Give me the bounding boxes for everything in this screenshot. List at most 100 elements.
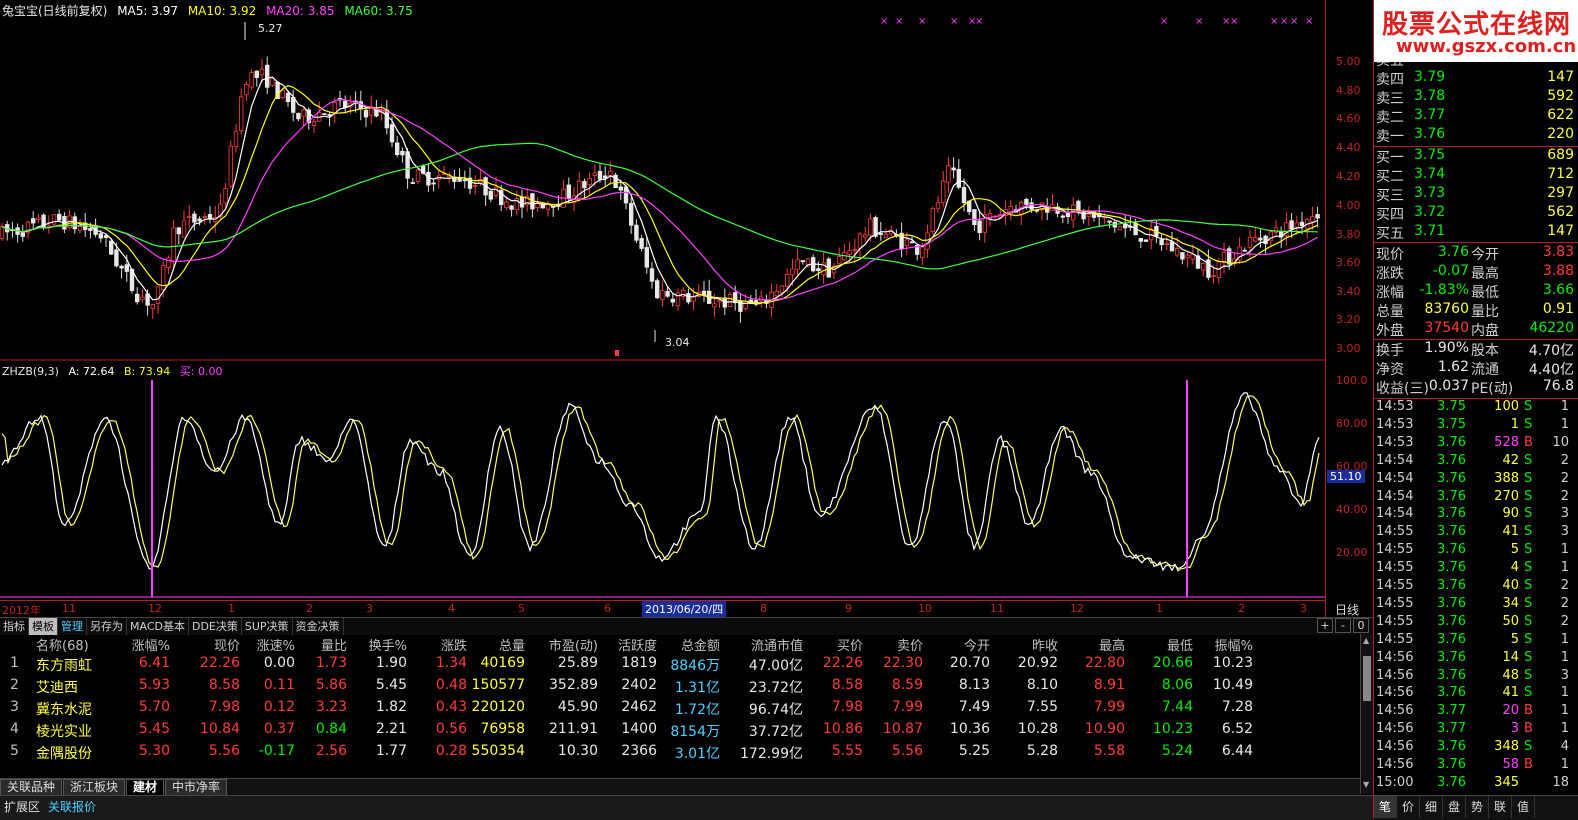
tick-price: 3.76 <box>1437 667 1466 683</box>
fund-label: 换手 <box>1376 343 1404 359</box>
tick-time: 14:56 <box>1376 685 1414 701</box>
side-tab[interactable]: 价 <box>1397 796 1420 818</box>
side-tab[interactable]: 细 <box>1420 796 1443 818</box>
ma60-label: MA60: 3.75 <box>344 4 413 18</box>
bid-volume: 297 <box>1547 185 1574 201</box>
column-header[interactable]: 流通市值 <box>725 635 803 654</box>
tab-pb[interactable]: 中市净率 <box>165 779 228 795</box>
table-scrollbar[interactable]: ▲ ▼ <box>1360 634 1374 794</box>
candle-body <box>410 182 415 184</box>
price-tick: 3.80 <box>1336 228 1361 241</box>
candle-body <box>207 214 213 220</box>
tab-building[interactable]: 建材 <box>126 779 165 795</box>
chart-area[interactable]: × × × × × × × × × × × × × × 兔宝宝(日线前复权) MA5: 3.97 MA10… <box>0 0 1325 617</box>
column-header[interactable]: 振幅% <box>1200 635 1253 654</box>
tab-manage[interactable]: 管理 <box>58 618 87 635</box>
tab-macd[interactable]: MACD基本 <box>127 618 189 635</box>
table-row[interactable]: 1 东方雨虹 6.41 22.26 0.00 1.73 1.90 1.34 40169 25.89… <box>0 655 1360 677</box>
scroll-thumb[interactable] <box>1363 656 1371 701</box>
tick-side: S <box>1524 542 1533 558</box>
side-tab[interactable]: 联 <box>1489 796 1512 818</box>
scroll-up-icon[interactable]: ▲ <box>1363 636 1369 645</box>
candle-body <box>20 232 25 237</box>
tab-save-as[interactable]: 另存为 <box>87 618 127 635</box>
scroll-down-icon[interactable]: ▼ <box>1363 780 1369 789</box>
column-header[interactable]: 市盈(动) <box>525 635 598 654</box>
table-cell: 40169 <box>480 655 525 671</box>
candle-body <box>431 182 436 185</box>
column-header[interactable]: 涨速% <box>245 635 295 654</box>
column-header[interactable]: 量比 <box>300 635 347 654</box>
tick-time: 14:55 <box>1376 524 1414 540</box>
column-header[interactable]: 总量 <box>470 635 525 654</box>
tick-row: 14:56 3.76 58 B 1 <box>1374 757 1578 775</box>
ask-level: 卖一 3.76 220 <box>1374 126 1578 145</box>
ma20-line <box>1 98 1318 301</box>
tab-template[interactable]: 模板 <box>29 618 58 635</box>
reset-button[interactable]: 0 <box>1353 618 1369 633</box>
date-tick: 12 <box>1070 602 1084 615</box>
collapse-button[interactable]: - <box>1335 618 1351 633</box>
period-label[interactable]: 日线 <box>1335 601 1359 618</box>
side-tab[interactable]: 势 <box>1466 796 1489 818</box>
column-header[interactable]: 名称(68) <box>36 635 126 654</box>
tab-fund[interactable]: 资金决策 <box>293 618 344 635</box>
tab-dde[interactable]: DDE决策 <box>189 618 242 635</box>
expand-button[interactable]: + <box>1317 618 1333 633</box>
column-header[interactable]: 涨跌 <box>415 635 467 654</box>
table-row[interactable]: 2 艾迪西 5.93 8.58 0.11 5.86 5.45 0.48 150577 352.89… <box>0 677 1360 699</box>
column-header[interactable]: 最低 <box>1135 635 1193 654</box>
candle-body <box>36 217 41 220</box>
tab-sup[interactable]: SUP决策 <box>242 618 293 635</box>
indicator-name: ZHZB(9,3) <box>2 365 59 378</box>
quote-row: 涨幅 -1.83% 最低 3.66 <box>1374 282 1578 301</box>
column-header[interactable]: 今开 <box>935 635 990 654</box>
bid-volume: 689 <box>1547 147 1574 163</box>
column-header[interactable]: 买价 <box>810 635 863 654</box>
tick-volume: 348 <box>1494 739 1519 755</box>
table-cell: 8.58 <box>208 677 240 693</box>
candle-body <box>202 216 207 218</box>
side-tab[interactable]: 值 <box>1512 796 1535 818</box>
side-tab[interactable]: 盘 <box>1443 796 1466 818</box>
tab-indicator[interactable]: 指标 <box>0 618 29 635</box>
candle-body <box>51 214 57 225</box>
tick-price: 3.76 <box>1437 685 1466 701</box>
tab-extension[interactable]: 扩展区 <box>0 798 44 816</box>
candle-body <box>597 170 603 180</box>
column-header[interactable]: 涨幅% <box>120 635 170 654</box>
column-header[interactable]: 换手% <box>355 635 407 654</box>
candle-body <box>1143 239 1149 242</box>
table-cell: 8.13 <box>958 677 990 693</box>
tab-zhejiang[interactable]: 浙江板块 <box>63 779 126 795</box>
candle-body <box>837 256 842 264</box>
column-header[interactable]: 现价 <box>185 635 240 654</box>
signal-marker: × <box>975 16 983 27</box>
side-tabs: 笔价细盘势联值 <box>1374 795 1578 820</box>
candle-body <box>509 205 514 210</box>
table-row[interactable]: 4 棱光实业 5.45 10.84 0.37 0.84 2.21 0.56 76958 211.9… <box>0 721 1360 743</box>
tick-volume: 388 <box>1494 470 1519 486</box>
tick-volume: 100 <box>1494 399 1519 414</box>
side-tab[interactable]: 笔 <box>1374 796 1397 818</box>
tab-related[interactable]: 关联品种 <box>0 779 63 795</box>
column-header[interactable]: 活跃度 <box>605 635 657 654</box>
table-row[interactable]: 5 金隅股份 5.30 5.56 -0.17 2.56 1.77 0.28 550354 10.3… <box>0 743 1360 765</box>
table-cell: 1.34 <box>435 655 467 671</box>
indicator-line-b <box>1 395 1320 572</box>
column-header[interactable]: 最高 <box>1065 635 1125 654</box>
table-row[interactable]: 3 冀东水泥 5.70 7.98 0.12 3.23 1.82 0.43 220120 45.90… <box>0 699 1360 721</box>
column-header[interactable]: 卖价 <box>868 635 923 654</box>
table-cell: 5.45 <box>138 721 170 737</box>
quote-value: 83760 <box>1424 301 1469 317</box>
signal-marker: × <box>1280 16 1288 27</box>
kline-chart[interactable]: × × × × ×× × × × × × × × × <box>0 0 1325 617</box>
column-header[interactable]: 昨收 <box>1000 635 1058 654</box>
tick-volume: 41 <box>1502 524 1519 540</box>
candle-body <box>264 64 270 88</box>
column-header[interactable]: 总金额 <box>655 635 720 654</box>
tab-related-quote[interactable]: 关联报价 <box>44 798 100 816</box>
table-cell: 10.30 <box>557 743 598 759</box>
tick-row: 14:56 3.76 14 S 1 <box>1374 650 1578 668</box>
tick-row: 14:54 3.76 90 S 3 <box>1374 506 1578 524</box>
